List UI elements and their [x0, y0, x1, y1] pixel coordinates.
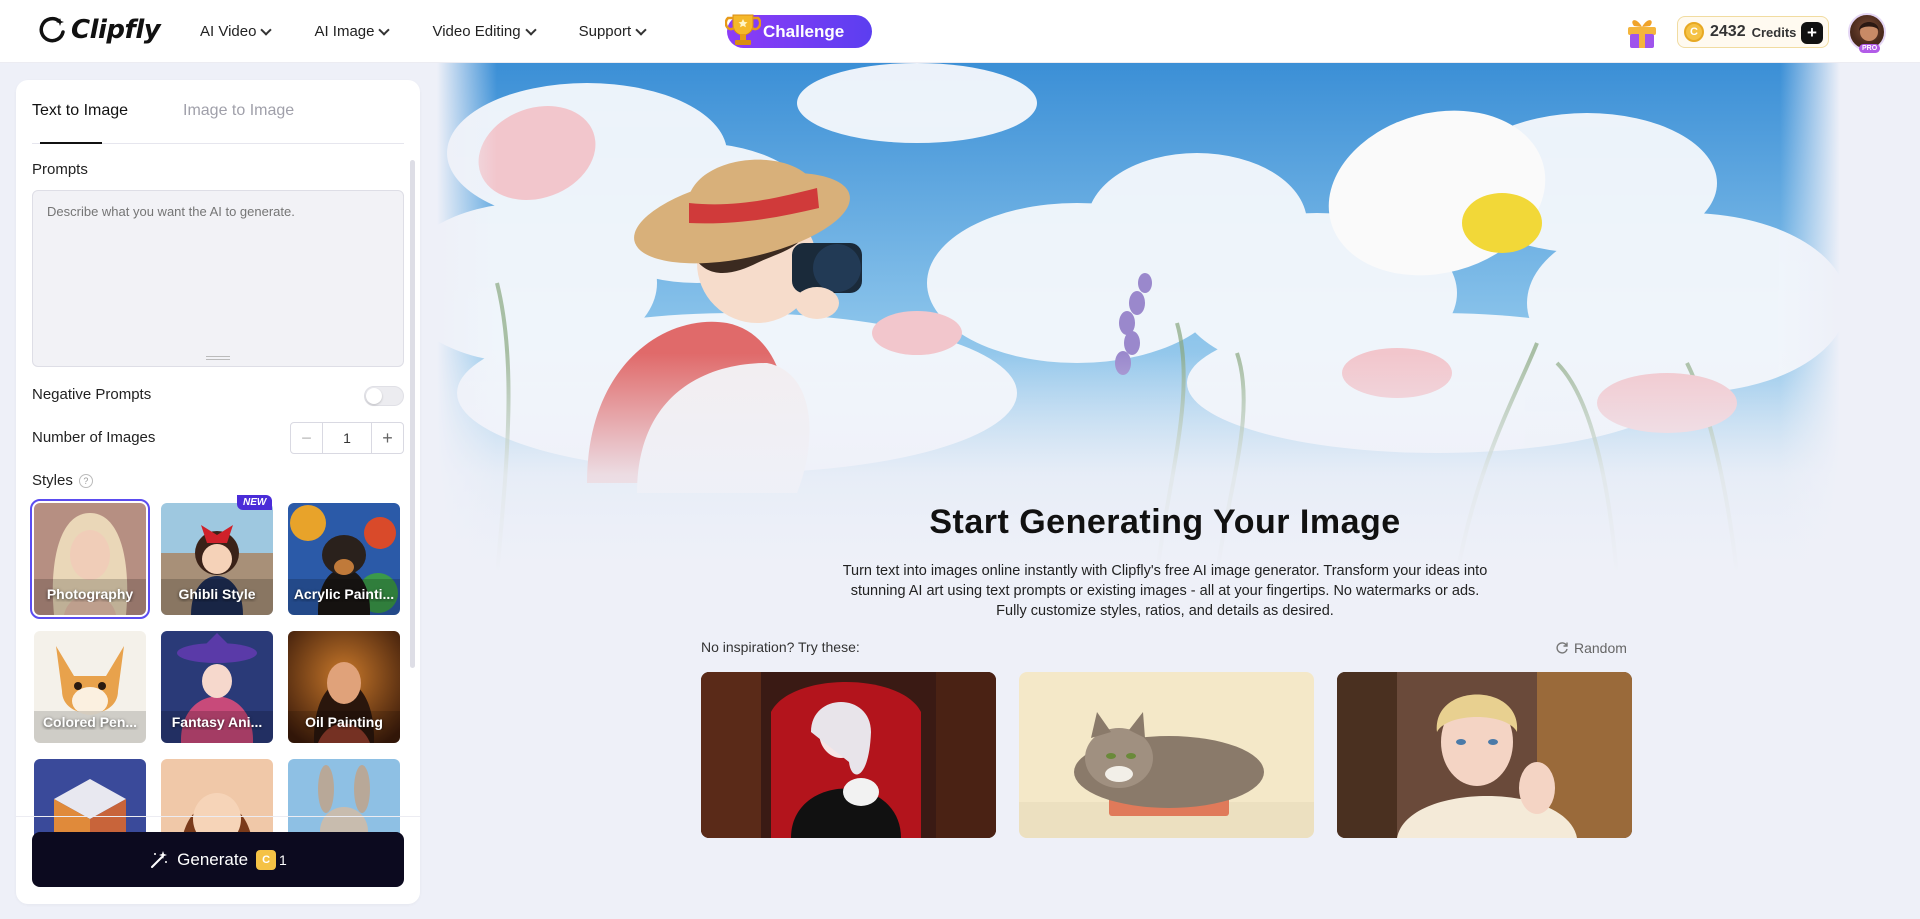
- style-name: Oil Painting: [305, 714, 383, 730]
- resize-handle[interactable]: [206, 356, 230, 360]
- credits-label: Credits: [1751, 24, 1797, 40]
- style-name: Fantasy Ani...: [171, 714, 263, 730]
- style-name: Photography: [46, 586, 134, 602]
- challenge-label: Challenge: [763, 21, 845, 41]
- decrement-button[interactable]: −: [291, 423, 322, 453]
- subtitle-line: Turn text into images online instantly w…: [842, 563, 1488, 579]
- nav-ai-image[interactable]: AI Image: [314, 23, 391, 40]
- chevron-down-icon: [635, 23, 647, 36]
- toggle-knob: [366, 388, 382, 404]
- nav-label: Video Editing: [432, 23, 521, 40]
- generator-panel: Text to Image Image to Image Prompts Neg…: [16, 80, 420, 904]
- chevron-down-icon: [260, 23, 273, 36]
- generate-cost: 1: [279, 851, 287, 868]
- random-button[interactable]: Random: [1555, 640, 1627, 656]
- logo-text: Clipfly: [71, 15, 161, 45]
- credits-count: 2432: [1710, 23, 1746, 40]
- nav-support[interactable]: Support: [578, 23, 647, 40]
- tab-image-to-image[interactable]: Image to Image: [183, 102, 294, 120]
- inspiration-label: No inspiration? Try these:: [701, 639, 860, 655]
- divider: [16, 816, 420, 817]
- hero-illustration: [437, 63, 1840, 575]
- trophy-icon: [725, 14, 761, 45]
- styles-label: Styles: [32, 472, 73, 489]
- styles-heading: Styles?: [32, 472, 93, 489]
- chevron-down-icon: [524, 23, 537, 36]
- coin-icon: C: [1684, 22, 1704, 42]
- nav-label: AI Video: [200, 23, 257, 40]
- random-label: Random: [1574, 640, 1627, 656]
- example-gothic-girl[interactable]: [701, 672, 996, 838]
- challenge-button[interactable]: Challenge: [725, 14, 872, 48]
- nav-label: AI Image: [314, 23, 375, 40]
- help-icon[interactable]: ?: [78, 474, 93, 488]
- prompt-input[interactable]: [32, 190, 404, 367]
- credits-badge[interactable]: C 2432 Credits +: [1677, 16, 1829, 48]
- image-count-value[interactable]: 1: [322, 423, 372, 453]
- style-oil-painting[interactable]: Oil Painting: [288, 631, 400, 743]
- style-fantasy-anime[interactable]: Fantasy Ani...: [161, 631, 273, 743]
- clipfly-logo-icon: [39, 16, 65, 43]
- nav-video-editing[interactable]: Video Editing: [432, 23, 537, 40]
- generate-label: Generate: [177, 849, 249, 869]
- example-blonde-woman[interactable]: [1337, 672, 1632, 838]
- panel-scrollbar[interactable]: [410, 160, 415, 668]
- chevron-down-icon: [378, 23, 391, 36]
- tab-text-to-image[interactable]: Text to Image: [32, 102, 128, 120]
- negative-prompts-toggle[interactable]: [364, 386, 404, 406]
- subtitle-line: stunning AI art using text prompts or ex…: [850, 583, 1480, 599]
- example-sleeping-cat[interactable]: [1019, 672, 1314, 838]
- nav-ai-video[interactable]: AI Video: [200, 23, 273, 40]
- increment-button[interactable]: +: [372, 423, 403, 453]
- example-image: [1019, 672, 1314, 838]
- new-badge: NEW: [237, 495, 273, 510]
- main-nav: AI Video AI Image Video Editing Support: [200, 0, 689, 63]
- subtitle-line: Fully customize styles, ratios, and deta…: [996, 603, 1334, 619]
- hero-fade-right: [1780, 63, 1840, 575]
- style-name: Acrylic Painti...: [293, 586, 395, 602]
- negative-prompts-label: Negative Prompts: [32, 386, 152, 403]
- gift-icon[interactable]: [1625, 14, 1659, 55]
- nav-label: Support: [578, 23, 632, 40]
- refresh-icon: [1556, 642, 1568, 654]
- add-credits-button[interactable]: +: [1801, 22, 1823, 44]
- clipfly-logo[interactable]: Clipfly: [39, 15, 161, 45]
- image-count-stepper: − 1 +: [290, 422, 404, 454]
- style-ghibli[interactable]: Ghibli Style: [161, 503, 273, 615]
- page-subtitle: Turn text into images online instantly w…: [820, 561, 1510, 621]
- mode-tabs: Text to Image Image to Image: [32, 80, 404, 144]
- style-photography[interactable]: Photography: [30, 499, 150, 619]
- style-name: Ghibli Style: [178, 586, 256, 602]
- generate-button[interactable]: Generate C 1: [32, 832, 404, 887]
- style-acrylic[interactable]: Acrylic Painti...: [288, 503, 400, 615]
- number-of-images-label: Number of Images: [32, 429, 156, 446]
- magic-wand-icon: [151, 850, 168, 868]
- page-title: Start Generating Your Image: [929, 503, 1401, 541]
- active-tab-indicator: [40, 142, 102, 144]
- style-name: Colored Pen...: [42, 714, 138, 730]
- example-image: [701, 672, 996, 838]
- top-navbar: Clipfly AI Video AI Image Video Editing …: [0, 0, 1920, 63]
- prompts-label: Prompts: [32, 161, 88, 178]
- hero-fade-left: [437, 63, 497, 575]
- example-image: [1337, 672, 1632, 838]
- coin-icon: C: [256, 849, 277, 870]
- pro-badge: PRO: [1859, 44, 1881, 53]
- style-colored-pencil[interactable]: Colored Pen...: [34, 631, 146, 743]
